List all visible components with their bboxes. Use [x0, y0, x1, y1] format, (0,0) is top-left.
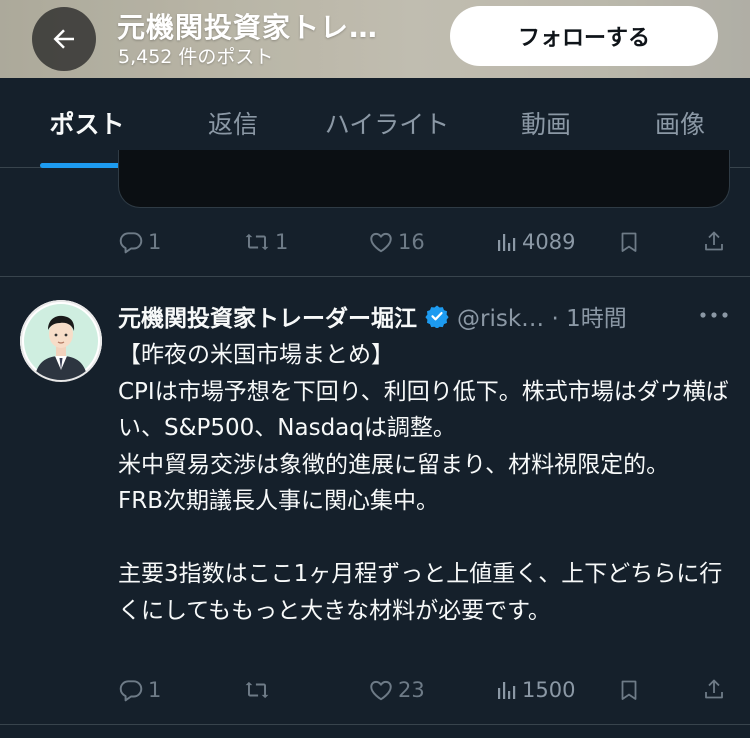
tab-label: 動画 — [520, 110, 571, 139]
view-count: 1500 — [522, 678, 576, 702]
views-button[interactable]: 4089 — [494, 224, 575, 260]
like-icon — [370, 680, 392, 701]
like-icon — [370, 232, 392, 253]
back-arrow-icon — [53, 29, 74, 49]
view-count: 4089 — [522, 230, 576, 254]
post-actions: 1 23 1500 — [118, 672, 730, 708]
verified-badge-icon[interactable] — [425, 304, 449, 328]
reply-icon — [119, 232, 143, 254]
bookmark-icon — [621, 680, 637, 700]
post-header: 元機関投資家トレーダー堀江 @risk… · 1時間 — [118, 296, 627, 336]
post-count: 5,452 件のポスト — [118, 46, 274, 68]
like-button[interactable]: 16 — [368, 224, 425, 260]
repost-button[interactable]: 1 — [243, 224, 288, 260]
reply-button[interactable]: 1 — [118, 672, 161, 708]
views-icon — [498, 682, 516, 699]
post-divider — [0, 276, 750, 277]
share-icon — [705, 679, 723, 699]
tab-label: ポスト — [49, 110, 125, 139]
share-icon — [705, 231, 723, 251]
repost-icon — [245, 681, 269, 699]
bookmark-icon — [621, 232, 637, 252]
previous-post-actions: 1 1 16 4089 — [118, 224, 730, 260]
tab-label: 画像 — [654, 110, 705, 139]
repost-count: 1 — [275, 230, 289, 254]
repost-icon — [245, 233, 269, 251]
tab-label: 返信 — [207, 110, 258, 139]
reply-count: 1 — [148, 230, 162, 254]
previous-post-media[interactable] — [118, 150, 730, 208]
more-icon — [700, 312, 728, 318]
author-handle-and-time[interactable]: @risk… · 1時間 — [457, 299, 627, 333]
bookmark-button[interactable] — [617, 224, 641, 260]
back-button[interactable] — [32, 7, 96, 71]
views-icon — [498, 234, 516, 251]
share-button[interactable] — [702, 672, 726, 708]
like-count: 16 — [398, 230, 425, 254]
follow-button[interactable]: フォローする — [450, 6, 718, 66]
avatar-illustration — [20, 300, 102, 382]
like-count: 23 — [398, 678, 425, 702]
reply-count: 1 — [148, 678, 162, 702]
tab-label: ハイライト — [324, 110, 450, 139]
author-avatar[interactable] — [20, 300, 102, 382]
bookmark-button[interactable] — [617, 672, 641, 708]
like-button[interactable]: 23 — [368, 672, 425, 708]
post-text: 【昨夜の米国市場まとめ】 CPIは市場予想を下回り、利回り低下。株式市場はダウ横… — [118, 342, 729, 624]
share-button[interactable] — [702, 224, 726, 260]
more-button[interactable] — [697, 300, 731, 330]
views-button[interactable]: 1500 — [494, 672, 575, 708]
profile-title: 元機関投資家トレ… — [117, 11, 379, 44]
repost-button[interactable] — [243, 672, 275, 708]
post-divider — [0, 724, 750, 725]
profile-header: 元機関投資家トレ… 5,452 件のポスト フォローする — [0, 0, 750, 78]
reply-icon — [119, 680, 143, 702]
reply-button[interactable]: 1 — [118, 224, 161, 260]
author-name[interactable]: 元機関投資家トレーダー堀江 — [118, 299, 417, 333]
